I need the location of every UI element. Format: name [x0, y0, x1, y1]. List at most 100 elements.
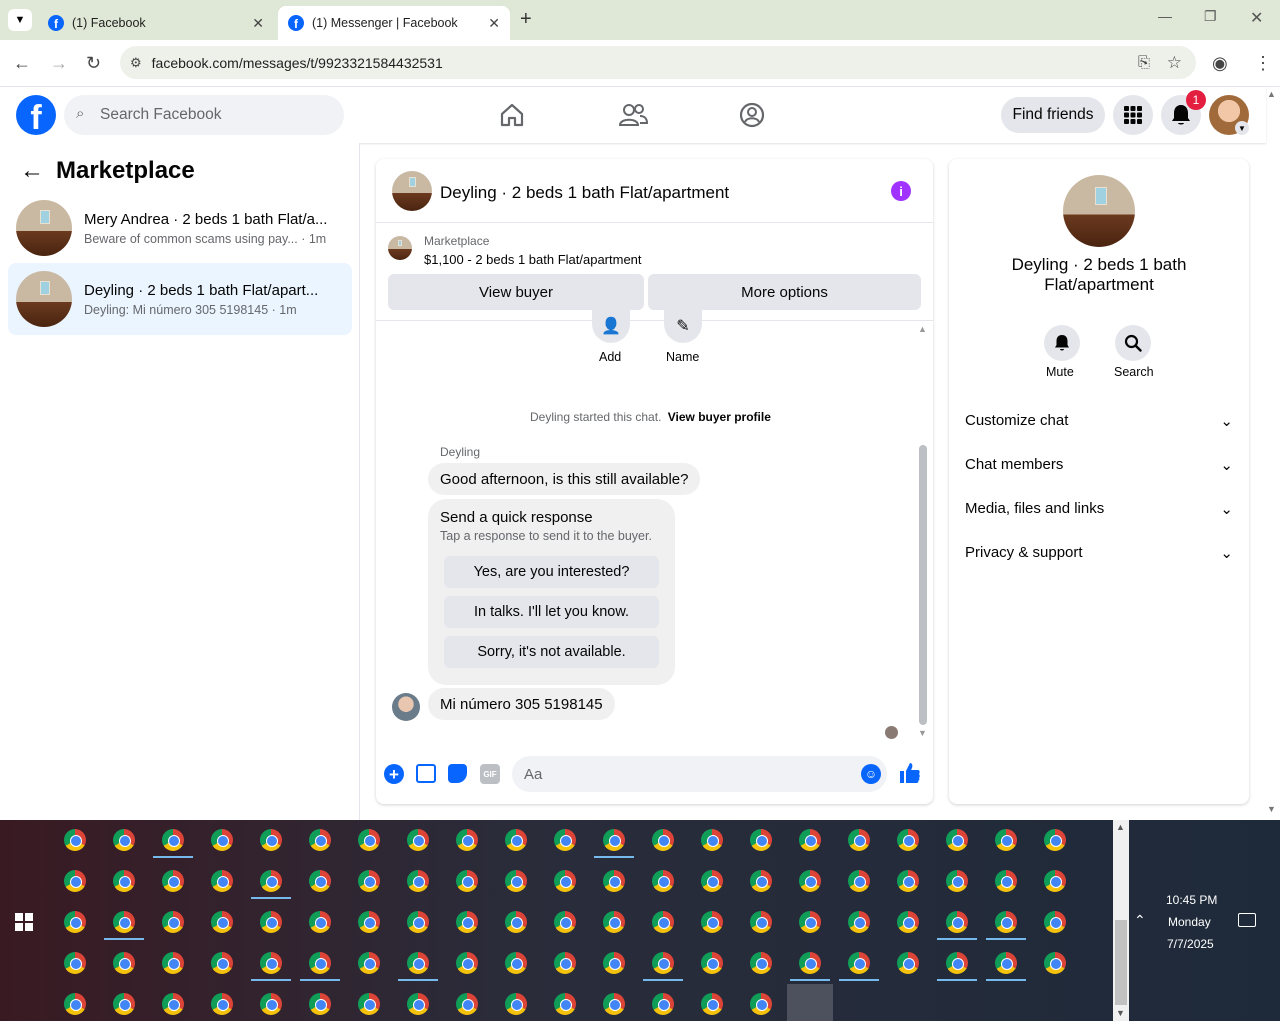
scroll-down-icon[interactable]: ▼: [918, 728, 927, 738]
privacy-support-section[interactable]: Privacy & support ⌄: [965, 544, 1233, 562]
search-button[interactable]: [1115, 325, 1151, 361]
chrome-taskbar-icon[interactable]: [848, 952, 870, 974]
chrome-taskbar-icon[interactable]: [701, 870, 723, 892]
chrome-taskbar-icon[interactable]: [750, 952, 772, 974]
chrome-taskbar-icon[interactable]: [113, 993, 135, 1015]
chrome-taskbar-icon[interactable]: [162, 911, 184, 933]
chrome-taskbar-icon[interactable]: [407, 952, 429, 974]
taskbar-scroll-thumb[interactable]: [1115, 920, 1127, 1005]
windows-start-icon[interactable]: [15, 913, 33, 936]
chrome-taskbar-icon[interactable]: [848, 911, 870, 933]
chrome-taskbar-icon[interactable]: [1044, 952, 1066, 974]
chrome-taskbar-icon[interactable]: [407, 829, 429, 851]
chrome-taskbar-icon[interactable]: [1044, 829, 1066, 851]
chrome-taskbar-icon[interactable]: [946, 870, 968, 892]
close-tab-icon[interactable]: ✕: [252, 15, 264, 32]
chrome-taskbar-icon[interactable]: [799, 870, 821, 892]
tray-chevron-icon[interactable]: ⌃: [1134, 912, 1146, 929]
chrome-taskbar-icon[interactable]: [162, 993, 184, 1015]
add-button[interactable]: 👤: [592, 309, 630, 343]
chrome-taskbar-icon[interactable]: [162, 952, 184, 974]
name-button[interactable]: ✎: [664, 309, 702, 343]
chrome-taskbar-icon[interactable]: [554, 870, 576, 892]
minimize-icon[interactable]: —: [1158, 8, 1172, 24]
chrome-taskbar-icon[interactable]: [407, 911, 429, 933]
chrome-taskbar-icon[interactable]: [64, 952, 86, 974]
chrome-taskbar-icon[interactable]: [652, 952, 674, 974]
quick-response-button[interactable]: Sorry, it's not available.: [444, 636, 659, 668]
chrome-taskbar-icon[interactable]: [603, 911, 625, 933]
chrome-taskbar-icon[interactable]: [652, 870, 674, 892]
media-files-links-section[interactable]: Media, files and links ⌄: [965, 500, 1233, 518]
chrome-taskbar-icon[interactable]: [309, 911, 331, 933]
chrome-taskbar-icon[interactable]: [848, 829, 870, 851]
chat-members-section[interactable]: Chat members ⌄: [965, 456, 1233, 474]
back-icon[interactable]: ←: [13, 53, 31, 73]
chrome-taskbar-icon[interactable]: [603, 870, 625, 892]
chrome-taskbar-icon[interactable]: [652, 829, 674, 851]
chat-title[interactable]: Deyling · 2 beds 1 bath Flat/apartment: [440, 183, 729, 203]
menu-dots-icon[interactable]: ⋮: [1254, 53, 1272, 73]
chrome-taskbar-icon[interactable]: [260, 911, 282, 933]
chrome-taskbar-icon[interactable]: [64, 911, 86, 933]
chrome-taskbar-icon[interactable]: [358, 993, 380, 1015]
chrome-taskbar-icon[interactable]: [505, 870, 527, 892]
facebook-logo[interactable]: f: [16, 95, 56, 135]
forward-icon[interactable]: →: [50, 53, 68, 73]
chrome-taskbar-icon[interactable]: [162, 870, 184, 892]
tab-messenger[interactable]: f (1) Messenger | Facebook ✕: [278, 6, 510, 40]
chrome-taskbar-icon[interactable]: [211, 829, 233, 851]
chrome-taskbar-icon[interactable]: [211, 952, 233, 974]
chrome-taskbar-icon[interactable]: [995, 911, 1017, 933]
chrome-taskbar-icon[interactable]: [260, 870, 282, 892]
customize-chat-section[interactable]: Customize chat ⌄: [965, 412, 1233, 430]
chrome-taskbar-icon[interactable]: [897, 870, 919, 892]
chrome-taskbar-icon[interactable]: [64, 993, 86, 1015]
chrome-taskbar-icon[interactable]: [260, 829, 282, 851]
chrome-taskbar-icon[interactable]: [603, 952, 625, 974]
chrome-taskbar-icon[interactable]: [309, 993, 331, 1015]
home-icon[interactable]: [498, 101, 526, 134]
chrome-taskbar-icon[interactable]: [64, 829, 86, 851]
chrome-taskbar-icon[interactable]: [652, 911, 674, 933]
conversation-row-selected[interactable]: Deyling · 2 beds 1 bath Flat/apart... De…: [8, 263, 352, 335]
chrome-taskbar-icon[interactable]: [456, 870, 478, 892]
chrome-taskbar-icon[interactable]: [701, 829, 723, 851]
friends-icon[interactable]: [618, 101, 649, 134]
chrome-taskbar-icon[interactable]: [554, 952, 576, 974]
chrome-taskbar-icon[interactable]: [701, 993, 723, 1015]
account-chevron-icon[interactable]: ▼: [1235, 121, 1249, 135]
plus-icon[interactable]: +: [384, 764, 404, 784]
groups-icon[interactable]: [738, 101, 766, 134]
chrome-taskbar-icon[interactable]: [750, 870, 772, 892]
taskbar-scrollbar[interactable]: ▲ ▼: [1113, 820, 1129, 1021]
chat-avatar[interactable]: [392, 171, 432, 211]
info-icon[interactable]: i: [891, 181, 911, 201]
tab-search-dropdown-icon[interactable]: ▼: [8, 9, 32, 31]
chrome-taskbar-icon[interactable]: [946, 911, 968, 933]
reload-icon[interactable]: ↻: [86, 53, 101, 73]
chrome-taskbar-icon[interactable]: [652, 993, 674, 1015]
restore-icon[interactable]: ❐: [1204, 8, 1217, 25]
chrome-taskbar-icon[interactable]: [64, 870, 86, 892]
chrome-taskbar-icon[interactable]: [995, 870, 1017, 892]
back-arrow-icon[interactable]: ←: [20, 157, 44, 185]
chrome-taskbar-icon[interactable]: [701, 952, 723, 974]
chrome-taskbar-icon[interactable]: [554, 829, 576, 851]
page-scroll-down-icon[interactable]: ▼: [1267, 804, 1276, 814]
chrome-taskbar-icon[interactable]: [358, 829, 380, 851]
chrome-taskbar-icon[interactable]: [407, 993, 429, 1015]
sticker-icon[interactable]: [448, 764, 467, 783]
address-bar[interactable]: ⚙ facebook.com/messages/t/99233215844325…: [120, 46, 1196, 79]
chrome-taskbar-icon[interactable]: [995, 829, 1017, 851]
more-options-button[interactable]: More options: [648, 274, 921, 310]
mute-button[interactable]: [1044, 325, 1080, 361]
quick-response-button[interactable]: Yes, are you interested?: [444, 556, 659, 588]
chrome-taskbar-icon[interactable]: [358, 952, 380, 974]
view-buyer-profile-link[interactable]: View buyer profile: [668, 410, 771, 424]
chrome-taskbar-icon[interactable]: [407, 870, 429, 892]
photo-icon[interactable]: [416, 764, 436, 783]
chrome-taskbar-icon[interactable]: [505, 911, 527, 933]
chrome-taskbar-icon[interactable]: [505, 829, 527, 851]
chrome-taskbar-icon[interactable]: [897, 911, 919, 933]
